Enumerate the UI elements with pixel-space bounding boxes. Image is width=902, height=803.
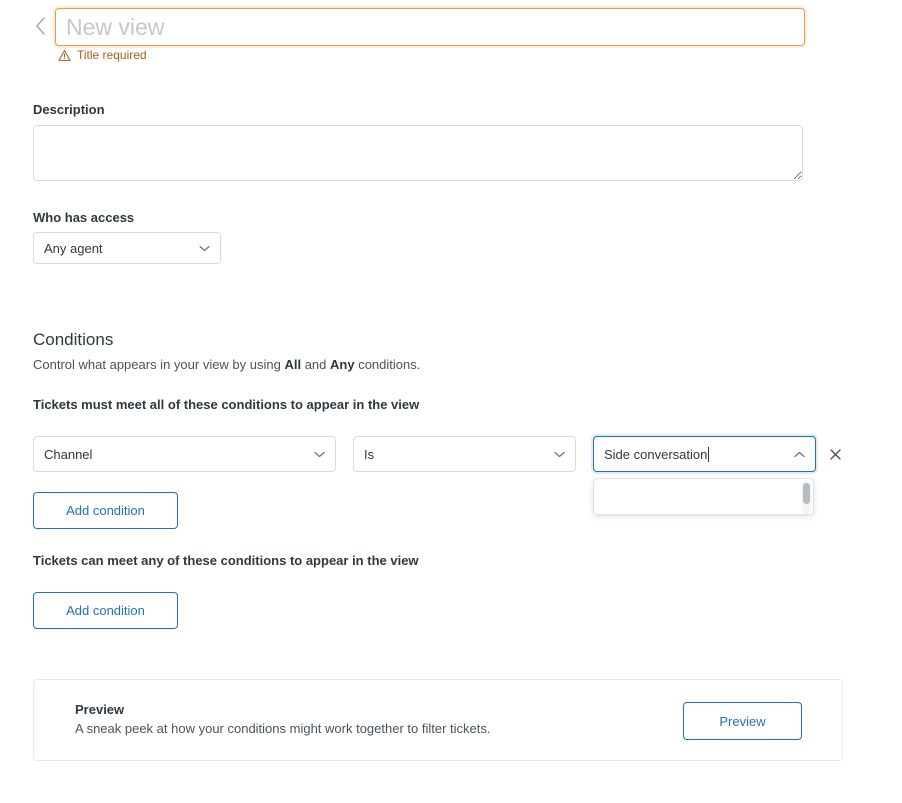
conditions-subtitle-all: All bbox=[284, 357, 302, 372]
view-title-input[interactable] bbox=[55, 8, 805, 46]
chevron-down-icon bbox=[554, 451, 565, 458]
conditions-subtitle-prefix: Control what appears in your view by usi… bbox=[33, 357, 285, 372]
condition-value-label: Side conversation bbox=[604, 446, 708, 462]
back-chevron-icon[interactable] bbox=[29, 8, 51, 44]
condition-value-dropdown-panel[interactable] bbox=[593, 478, 814, 515]
conditions-heading: Conditions bbox=[33, 330, 114, 349]
dropdown-scrollbar-thumb[interactable] bbox=[803, 483, 810, 504]
preview-title: Preview bbox=[75, 702, 125, 717]
conditions-subtitle-any: Any bbox=[330, 357, 355, 372]
condition-row: Channel Is Side conversation bbox=[33, 436, 848, 472]
access-label: Who has access bbox=[33, 210, 135, 225]
condition-attribute-value: Channel bbox=[44, 446, 93, 462]
any-conditions-heading: Tickets can meet any of these conditions… bbox=[33, 553, 419, 568]
conditions-subtitle-mid: and bbox=[301, 357, 331, 372]
all-conditions-heading: Tickets must meet all of these condition… bbox=[33, 397, 420, 412]
add-condition-all-button[interactable]: Add condition bbox=[33, 492, 178, 529]
description-textarea[interactable] bbox=[33, 125, 803, 181]
access-select-value: Any agent bbox=[44, 240, 103, 256]
conditions-subtitle-suffix: conditions. bbox=[354, 357, 421, 372]
preview-description: A sneak peek at how your conditions migh… bbox=[75, 721, 491, 736]
preview-text-block: Preview A sneak peek at how your conditi… bbox=[75, 702, 491, 736]
chevron-down-icon bbox=[314, 451, 325, 458]
warning-triangle-icon bbox=[58, 49, 71, 61]
close-icon bbox=[829, 448, 841, 460]
add-condition-any-button[interactable]: Add condition bbox=[33, 592, 178, 629]
condition-value-text: Side conversation bbox=[604, 446, 794, 462]
condition-operator-value: Is bbox=[364, 446, 375, 462]
chevron-up-icon bbox=[794, 451, 805, 458]
condition-operator-select[interactable]: Is bbox=[353, 436, 576, 472]
text-caret bbox=[708, 446, 710, 462]
remove-condition-button[interactable] bbox=[823, 442, 847, 466]
title-error-message: Title required bbox=[58, 48, 147, 62]
title-error-text: Title required bbox=[77, 48, 147, 62]
condition-value-combobox[interactable]: Side conversation bbox=[593, 436, 816, 472]
title-row bbox=[33, 8, 823, 46]
description-label: Description bbox=[33, 102, 105, 117]
chevron-down-icon bbox=[199, 245, 210, 252]
preview-button[interactable]: Preview bbox=[683, 702, 802, 740]
new-view-form-page: Title required Description Who has acces… bbox=[0, 0, 902, 803]
access-select[interactable]: Any agent bbox=[33, 232, 221, 264]
conditions-subtitle: Control what appears in your view by usi… bbox=[33, 357, 420, 372]
preview-card: Preview A sneak peek at how your conditi… bbox=[33, 679, 843, 761]
condition-attribute-select[interactable]: Channel bbox=[33, 436, 336, 472]
